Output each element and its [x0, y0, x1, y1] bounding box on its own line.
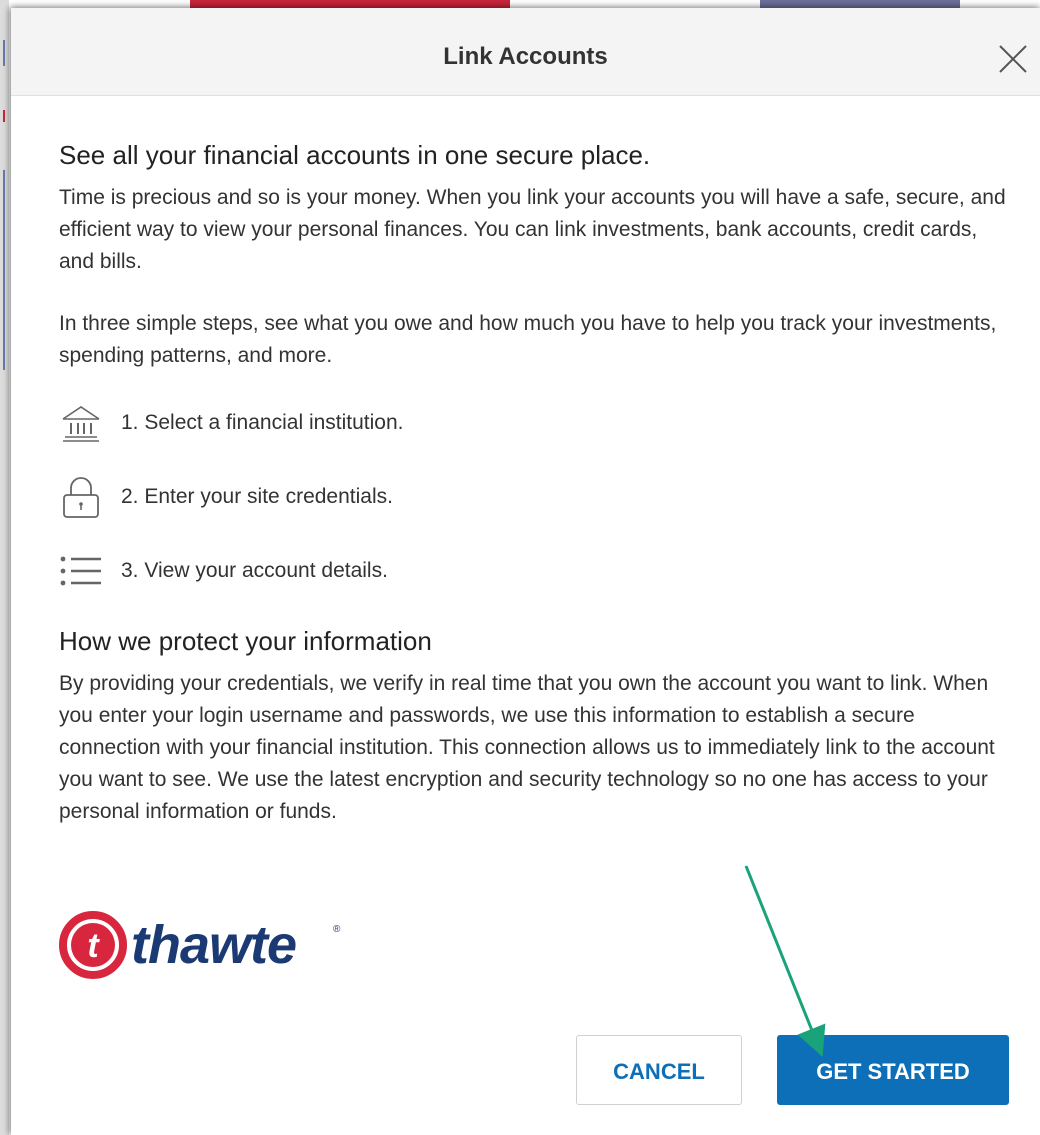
- step-item: 2. Enter your site credentials.: [59, 472, 1009, 522]
- lock-icon: [63, 477, 99, 518]
- step-item: 1. Select a financial institution.: [59, 398, 1009, 448]
- link-accounts-dialog: Link Accounts See all your financial acc…: [11, 8, 1040, 1135]
- background-banner: [190, 0, 510, 8]
- cancel-button[interactable]: CANCEL: [576, 1035, 742, 1105]
- intro-heading: See all your financial accounts in one s…: [59, 140, 651, 170]
- dialog-body: See all your financial accounts in one s…: [59, 138, 1009, 828]
- thawte-wordmark: thawte: [131, 915, 297, 975]
- thawte-mark-icon: t: [59, 911, 127, 979]
- dialog-title: Link Accounts: [443, 43, 608, 70]
- background-mark: [3, 110, 5, 122]
- background-mark: [3, 40, 5, 66]
- intro-paragraph-1: Time is precious and so is your money. W…: [59, 186, 1006, 273]
- registered-mark: ®: [333, 924, 341, 935]
- background-edge: [0, 0, 9, 1135]
- step-item: 3. View your account details.: [59, 546, 1009, 596]
- dialog-header: Link Accounts: [11, 8, 1040, 96]
- protection-heading: How we protect your information: [59, 626, 432, 656]
- background-mark: [3, 170, 5, 370]
- protection-paragraph: By providing your credentials, we verify…: [59, 672, 995, 823]
- background-banner-secondary: [760, 0, 960, 8]
- get-started-button[interactable]: GET STARTED: [777, 1035, 1009, 1105]
- close-icon: [999, 45, 1027, 73]
- thawte-logo: t thawte ®: [58, 910, 358, 985]
- close-button[interactable]: [996, 42, 1030, 76]
- bank-icon: [62, 406, 100, 442]
- step-text: 1. Select a financial institution.: [121, 411, 404, 434]
- thawte-mark-letter: t: [87, 927, 100, 965]
- step-text: 2. Enter your site credentials.: [121, 485, 393, 508]
- intro-paragraph-2: In three simple steps, see what you owe …: [59, 312, 997, 367]
- list-icon: [60, 556, 101, 586]
- step-text: 3. View your account details.: [121, 559, 388, 582]
- steps-list: 1. Select a financial institution. 2. En…: [59, 398, 1009, 596]
